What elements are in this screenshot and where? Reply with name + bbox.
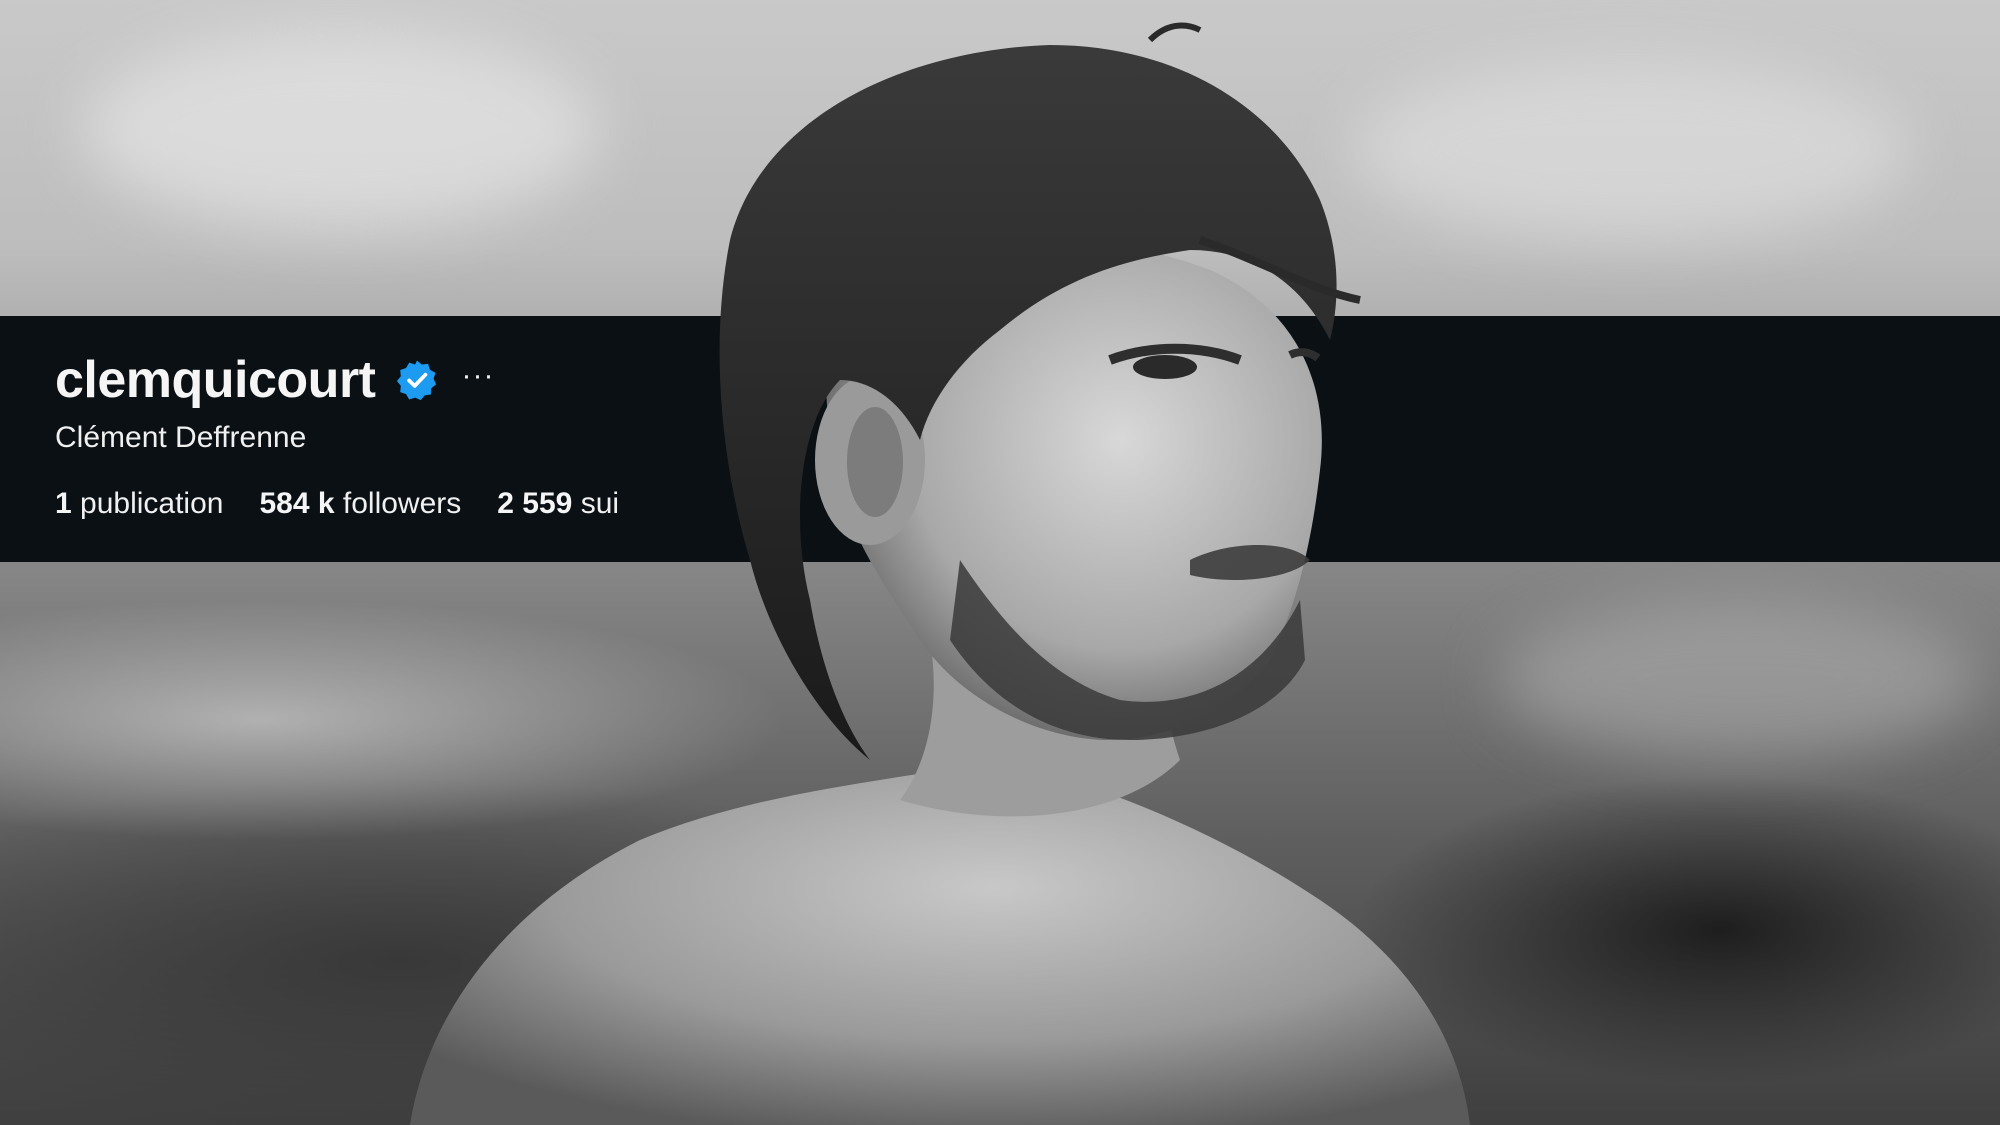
profile-username: clemquicourt	[55, 351, 376, 409]
profile-header: clemquicourt ··· Clément Deffrenne 1 pub…	[55, 316, 675, 562]
stat-following-label: sui	[580, 487, 620, 520]
stat-followers-value: 584 k	[259, 487, 343, 520]
verified-badge-icon	[396, 360, 436, 401]
stat-following[interactable]: 2 559 sui	[497, 486, 619, 522]
stat-publications-label: publication	[80, 487, 224, 520]
stat-followers[interactable]: 584 k followers	[259, 486, 461, 522]
stat-following-value: 2 559	[497, 487, 581, 520]
profile-stats: 1 publication 584 k followers 2 559 sui	[55, 486, 655, 522]
stat-followers-label: followers	[342, 487, 462, 520]
profile-photo-subject	[410, 22, 1470, 1125]
more-options-icon[interactable]: ···	[462, 361, 495, 399]
stat-publications-value: 1	[55, 487, 81, 520]
stat-publications[interactable]: 1 publication	[55, 486, 223, 522]
username-row: clemquicourt ···	[55, 350, 494, 410]
profile-full-name: Clément Deffrenne	[55, 421, 307, 454]
